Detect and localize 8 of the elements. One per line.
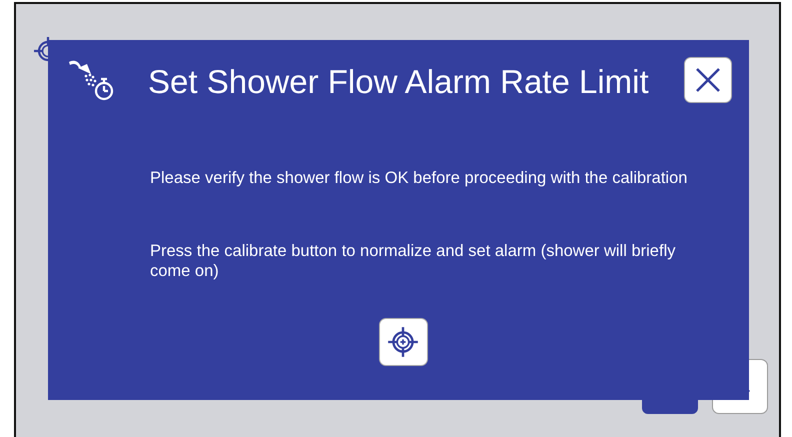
instruction-text: Please verify the shower flow is OK before proceeding with the calibration: [150, 168, 688, 188]
close-icon: [695, 67, 721, 93]
crosshair-icon: [386, 325, 420, 359]
dialog-title: Set Shower Flow Alarm Rate Limit: [148, 63, 650, 101]
calibrate-button[interactable]: [378, 318, 428, 366]
shower-timer-icon: [66, 58, 116, 102]
instruction-text: Press the calibrate button to normalize and set alarm (shower will briefly come on): [150, 241, 676, 281]
close-button[interactable]: [684, 57, 732, 103]
